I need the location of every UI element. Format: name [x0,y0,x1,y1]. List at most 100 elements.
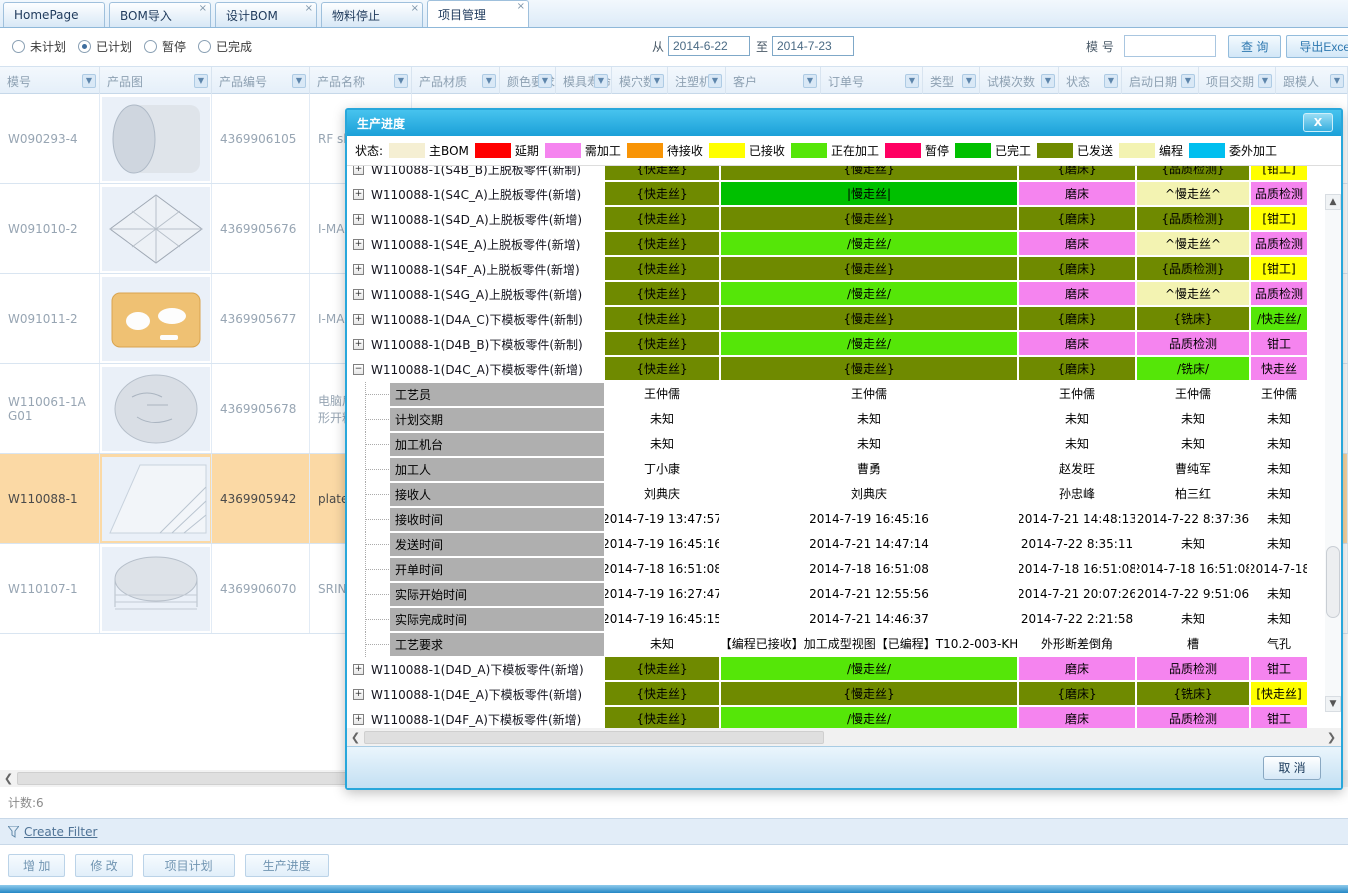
expand-icon[interactable]: + [353,339,364,350]
status-cell[interactable]: {快走丝} [605,182,721,205]
status-cell[interactable]: 磨床 [1019,182,1137,205]
expand-icon[interactable]: + [353,166,364,175]
column-header[interactable]: 项目交期▼ [1199,67,1276,95]
status-cell[interactable]: 品质检测 [1137,657,1251,680]
status-cell[interactable]: 品质检测 [1251,282,1309,305]
status-cell[interactable]: {快走丝} [605,707,721,730]
filter-dropdown-icon[interactable]: ▼ [394,74,408,88]
scroll-down-icon[interactable]: ▼ [1325,696,1341,712]
status-cell[interactable]: 磨床 [1019,332,1137,355]
column-header[interactable]: 启动日期▼ [1122,67,1199,95]
column-header[interactable]: 产品编号▼ [212,67,310,95]
expand-icon[interactable]: + [353,314,364,325]
column-header[interactable]: 颜色要求▼ [500,67,556,95]
column-header[interactable]: 跟模人▼ [1276,67,1348,95]
status-cell[interactable]: {磨床} [1019,257,1137,280]
column-header[interactable]: 产品名称▼ [310,67,412,95]
status-cell[interactable]: 磨床 [1019,707,1137,730]
collapse-icon[interactable]: − [353,364,364,375]
status-cell[interactable]: 品质检测 [1251,182,1309,205]
expand-icon[interactable]: + [353,189,364,200]
radio-completed[interactable]: 已完成 [198,38,252,55]
column-header[interactable]: 试模次数▼ [980,67,1059,95]
status-cell[interactable]: 品质检测 [1137,707,1251,730]
process-row[interactable]: +W110088-1(D4E_A)下模板零件(新增){快走丝}{慢走丝}{磨床}… [347,682,1309,707]
close-icon[interactable]: × [517,1,525,13]
status-cell[interactable]: 品质检测 [1251,232,1309,255]
status-cell[interactable]: ^慢走丝^ [1137,182,1251,205]
status-cell[interactable]: {慢走丝} [721,166,1019,180]
close-icon[interactable]: X [1303,113,1333,132]
process-row[interactable]: +W110088-1(S4F_A)上脱板零件(新增){快走丝}{慢走丝}{磨床}… [347,257,1309,282]
status-cell[interactable]: |慢走丝| [721,182,1019,205]
status-cell[interactable]: {快走丝} [605,307,721,330]
expand-icon[interactable]: + [353,264,364,275]
status-cell[interactable]: /慢走丝/ [721,707,1019,730]
column-header[interactable]: 状态▼ [1059,67,1122,95]
filter-dropdown-icon[interactable]: ▼ [1181,74,1195,88]
status-cell[interactable]: /铣床/ [1137,357,1251,380]
status-cell[interactable]: 钳工 [1251,707,1309,730]
status-cell[interactable]: {慢走丝} [721,307,1019,330]
column-header[interactable]: 模号▼ [0,67,100,95]
status-cell[interactable]: {慢走丝} [721,357,1019,380]
status-cell[interactable]: {快走丝} [605,282,721,305]
date-from-input[interactable] [668,36,750,56]
status-cell[interactable]: {铣床} [1137,682,1251,705]
filter-dropdown-icon[interactable]: ▼ [1104,74,1118,88]
status-cell[interactable]: {快走丝} [605,166,721,180]
status-cell[interactable]: {磨床} [1019,682,1137,705]
export-excel-button[interactable]: 导出Excel [1286,35,1348,58]
expand-icon[interactable]: + [353,689,364,700]
filter-dropdown-icon[interactable]: ▼ [1041,74,1055,88]
status-cell[interactable]: /快走丝/ [1251,307,1309,330]
column-header[interactable]: 产品图▼ [100,67,212,95]
project-plan-button[interactable]: 项目计划 [143,854,235,877]
status-cell[interactable]: [钳工] [1251,166,1309,180]
filter-dropdown-icon[interactable]: ▼ [194,74,208,88]
expand-icon[interactable]: + [353,289,364,300]
status-cell[interactable]: /慢走丝/ [721,232,1019,255]
query-button[interactable]: 查 询 [1228,35,1281,58]
status-cell[interactable]: [钳工] [1251,257,1309,280]
status-cell[interactable]: 快走丝 [1251,357,1309,380]
expand-icon[interactable]: + [353,239,364,250]
process-row[interactable]: +W110088-1(S4B_B)上脱板零件(新制){快走丝}{慢走丝}{磨床}… [347,166,1309,182]
column-header[interactable]: 客户▼ [726,67,821,95]
filter-dropdown-icon[interactable]: ▼ [1330,74,1344,88]
add-button[interactable]: 增 加 [8,854,65,877]
status-cell[interactable]: /慢走丝/ [721,657,1019,680]
filter-dropdown-icon[interactable]: ▼ [292,74,306,88]
process-row[interactable]: −W110088-1(D4C_A)下模板零件(新增){快走丝}{慢走丝}{磨床}… [347,357,1309,382]
status-cell[interactable]: {慢走丝} [721,207,1019,230]
modify-button[interactable]: 修 改 [75,854,132,877]
process-row[interactable]: +W110088-1(D4D_A)下模板零件(新增){快走丝}/慢走丝/磨床品质… [347,657,1309,682]
process-row[interactable]: +W110088-1(S4G_A)上脱板零件(新增){快走丝}/慢走丝/磨床^慢… [347,282,1309,307]
column-header[interactable]: 模穴数▼ [612,67,668,95]
process-row[interactable]: +W110088-1(S4E_A)上脱板零件(新增){快走丝}/慢走丝/磨床^慢… [347,232,1309,257]
process-row[interactable]: +W110088-1(D4F_A)下模板零件(新增){快走丝}/慢走丝/磨床品质… [347,707,1309,730]
radio-icon[interactable] [198,40,211,53]
status-cell[interactable]: 品质检测 [1137,332,1251,355]
status-cell[interactable]: [快走丝] [1251,682,1309,705]
radio-planned[interactable]: 已计划 [78,38,132,55]
expand-icon[interactable]: + [353,714,364,725]
create-filter-link[interactable]: Create Filter [24,825,97,839]
status-cell[interactable]: {快走丝} [605,657,721,680]
scroll-left-icon[interactable]: ❮ [0,772,17,785]
filter-dropdown-icon[interactable]: ▼ [650,74,664,88]
status-cell[interactable]: 钳工 [1251,657,1309,680]
status-cell[interactable]: {慢走丝} [721,257,1019,280]
process-row[interactable]: +W110088-1(D4A_C)下模板零件(新制){快走丝}{慢走丝}{磨床}… [347,307,1309,332]
date-to-input[interactable] [772,36,854,56]
grid-hscrollbar-thumb[interactable] [364,731,824,744]
column-header[interactable]: 注塑机▼ [668,67,726,95]
cancel-button[interactable]: 取 消 [1263,756,1321,780]
status-cell[interactable]: {磨床} [1019,357,1137,380]
column-header[interactable]: 类型▼ [923,67,980,95]
status-cell[interactable]: {磨床} [1019,207,1137,230]
status-cell[interactable]: ^慢走丝^ [1137,282,1251,305]
status-cell[interactable]: 磨床 [1019,232,1137,255]
status-cell[interactable]: /慢走丝/ [721,282,1019,305]
radio-paused[interactable]: 暂停 [144,38,186,55]
